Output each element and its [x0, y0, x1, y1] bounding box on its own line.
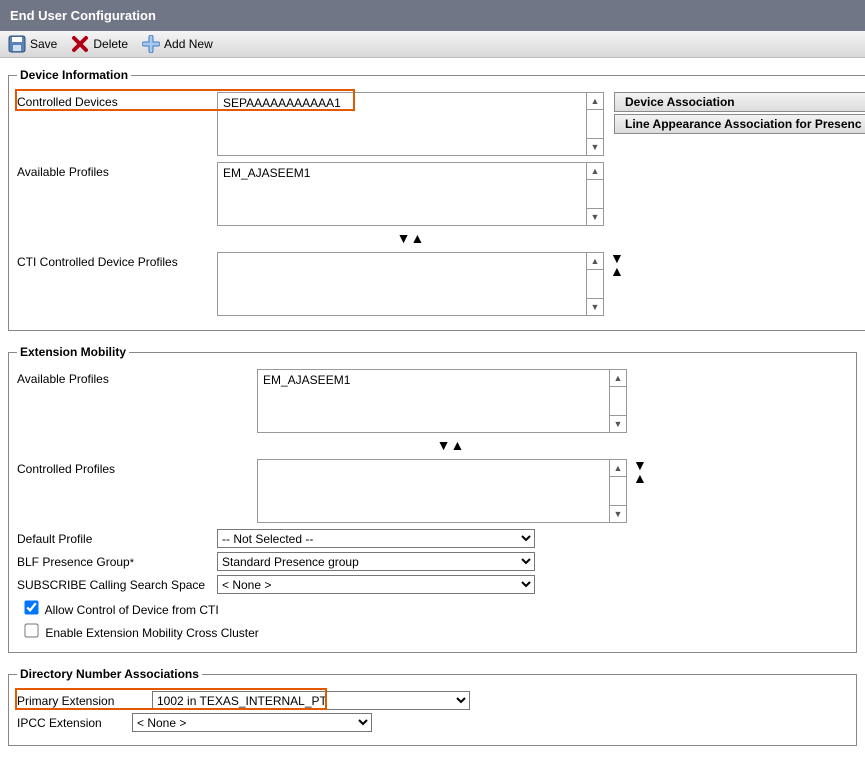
- move-up-icon[interactable]: ▲: [411, 230, 425, 246]
- available-profiles-label: Available Profiles: [17, 162, 217, 179]
- subscribe-css-select[interactable]: < None >: [217, 575, 535, 594]
- scrollbar[interactable]: ▲ ▼: [610, 459, 627, 523]
- device-info-legend: Device Information: [17, 68, 131, 82]
- primary-extension-select[interactable]: 1002 in TEXAS_INTERNAL_PT: [152, 691, 470, 710]
- default-profile-select[interactable]: -- Not Selected --: [217, 529, 535, 548]
- enable-emcc-checkbox[interactable]: [24, 623, 38, 637]
- scrollbar[interactable]: ▲ ▼: [587, 162, 604, 226]
- enable-emcc-label: Enable Extension Mobility Cross Cluster: [45, 626, 258, 640]
- cti-profiles-label: CTI Controlled Device Profiles: [17, 252, 217, 269]
- move-up-icon[interactable]: ▲: [610, 265, 624, 278]
- scroll-down-icon[interactable]: ▼: [587, 298, 603, 315]
- move-down-icon[interactable]: ▼: [437, 437, 451, 453]
- blf-presence-label: BLF Presence Group*: [17, 552, 217, 569]
- primary-extension-label: Primary Extension: [17, 694, 152, 708]
- toolbar: Save Delete Add New: [0, 31, 865, 58]
- em-controlled-profiles-listbox[interactable]: [257, 459, 610, 523]
- move-updown-controls: ▼ ▲: [217, 230, 604, 246]
- allow-cti-label: Allow Control of Device from CTI: [45, 603, 219, 617]
- device-information-fieldset: Device Information Controlled Devices SE…: [8, 68, 865, 331]
- ext-mobility-legend: Extension Mobility: [17, 345, 129, 359]
- move-updown-controls: ▼ ▲: [633, 459, 647, 485]
- move-up-icon[interactable]: ▲: [451, 437, 465, 453]
- line-appearance-button[interactable]: Line Appearance Association for Presenc: [614, 114, 865, 134]
- em-controlled-profiles-label: Controlled Profiles: [17, 459, 257, 476]
- controlled-devices-label: Controlled Devices: [17, 92, 217, 109]
- scrollbar[interactable]: ▲ ▼: [587, 252, 604, 316]
- controlled-devices-item[interactable]: SEPAAAAAAAAAAA1: [223, 96, 581, 110]
- default-profile-label: Default Profile: [17, 529, 217, 546]
- page-header: End User Configuration: [0, 0, 865, 31]
- add-new-label: Add New: [164, 37, 213, 51]
- available-profiles-item[interactable]: EM_AJASEEM1: [223, 166, 581, 180]
- scrollbar[interactable]: ▲ ▼: [610, 369, 627, 433]
- em-available-profiles-label: Available Profiles: [17, 369, 257, 386]
- delete-button[interactable]: Delete: [71, 35, 128, 53]
- plus-icon: [142, 35, 160, 53]
- move-updown-controls: ▼ ▲: [257, 437, 644, 453]
- em-available-profiles-listbox[interactable]: EM_AJASEEM1: [257, 369, 610, 433]
- extension-mobility-fieldset: Extension Mobility Available Profiles EM…: [8, 345, 857, 653]
- scroll-up-icon[interactable]: ▲: [587, 93, 603, 110]
- delete-label: Delete: [93, 37, 128, 51]
- scroll-down-icon[interactable]: ▼: [610, 505, 626, 522]
- available-profiles-listbox[interactable]: EM_AJASEEM1: [217, 162, 587, 226]
- scroll-up-icon[interactable]: ▲: [587, 253, 603, 270]
- dn-associations-fieldset: Directory Number Associations Primary Ex…: [8, 667, 857, 746]
- move-down-icon[interactable]: ▼: [397, 230, 411, 246]
- cti-profiles-listbox[interactable]: [217, 252, 587, 316]
- save-icon: [8, 35, 26, 53]
- subscribe-css-label: SUBSCRIBE Calling Search Space: [17, 575, 217, 592]
- scroll-up-icon[interactable]: ▲: [610, 370, 626, 387]
- move-updown-controls: ▼ ▲: [610, 252, 624, 278]
- move-up-icon[interactable]: ▲: [633, 472, 647, 485]
- blf-presence-select[interactable]: Standard Presence group: [217, 552, 535, 571]
- delete-icon: [71, 35, 89, 53]
- scrollbar[interactable]: ▲ ▼: [587, 92, 604, 156]
- scroll-up-icon[interactable]: ▲: [610, 460, 626, 477]
- add-new-button[interactable]: Add New: [142, 35, 213, 53]
- dn-assoc-legend: Directory Number Associations: [17, 667, 202, 681]
- scroll-down-icon[interactable]: ▼: [587, 208, 603, 225]
- save-button[interactable]: Save: [8, 35, 57, 53]
- scroll-down-icon[interactable]: ▼: [610, 415, 626, 432]
- page-title: End User Configuration: [10, 8, 156, 23]
- device-association-button[interactable]: Device Association: [614, 92, 865, 112]
- controlled-devices-listbox[interactable]: SEPAAAAAAAAAAA1: [217, 92, 587, 156]
- ipcc-extension-label: IPCC Extension: [17, 716, 132, 730]
- ipcc-extension-select[interactable]: < None >: [132, 713, 372, 732]
- save-label: Save: [30, 37, 57, 51]
- em-available-profiles-item[interactable]: EM_AJASEEM1: [263, 373, 604, 387]
- scroll-down-icon[interactable]: ▼: [587, 138, 603, 155]
- allow-cti-checkbox[interactable]: [24, 600, 38, 614]
- scroll-up-icon[interactable]: ▲: [587, 163, 603, 180]
